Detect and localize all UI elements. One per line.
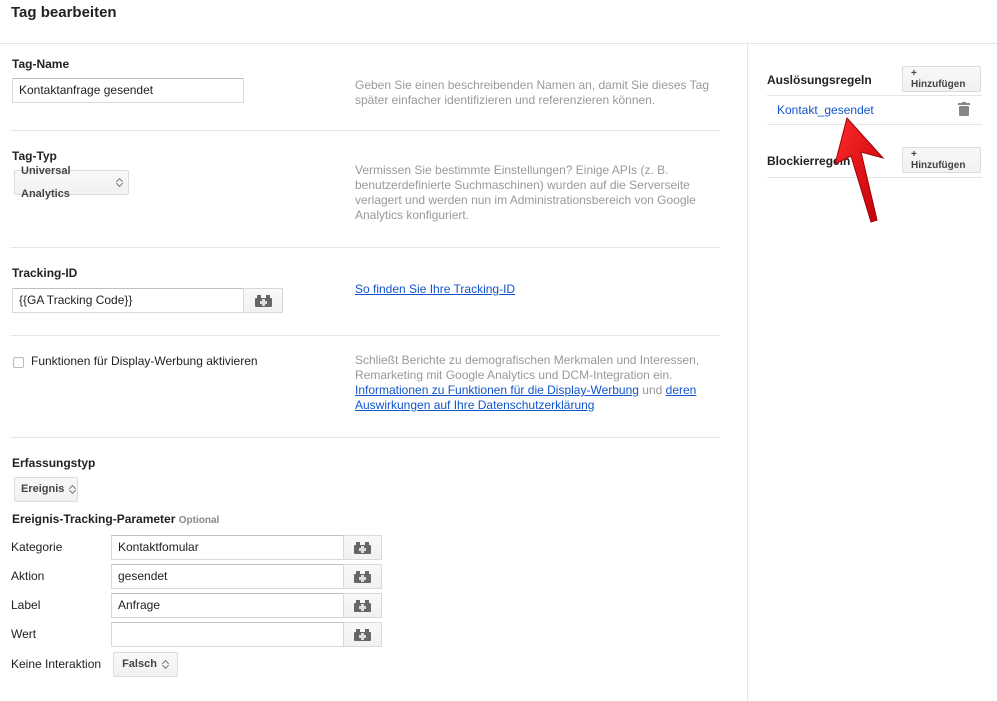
display-ads-checkbox[interactable]	[13, 357, 24, 368]
section-divider	[11, 130, 720, 131]
up-down-chevron-icon	[116, 177, 122, 188]
action-macro-button[interactable]	[343, 564, 382, 589]
capture-type-label: Erfassungstyp	[12, 456, 96, 470]
section-divider	[11, 335, 720, 336]
section-divider	[11, 247, 720, 248]
non-interaction-select[interactable]: Falsch	[113, 652, 178, 677]
event-params-title: Ereignis-Tracking-Parameter	[12, 512, 176, 526]
tag-name-help: Geben Sie einen beschreibenden Namen an,…	[355, 78, 710, 107]
lego-brick-icon	[354, 599, 371, 612]
tracking-id-macro-button[interactable]	[243, 288, 283, 313]
value-label: Wert	[11, 627, 37, 641]
tag-type-help: Vermissen Sie bestimmte Einstellungen? E…	[355, 163, 696, 222]
display-ads-info-link[interactable]: Informationen zu Funktionen für die Disp…	[355, 383, 639, 397]
up-down-chevron-icon	[162, 659, 169, 670]
category-macro-button[interactable]	[343, 535, 382, 560]
firing-rules-title: Auslösungsregeln	[767, 73, 872, 87]
privacy-link-part2[interactable]: Auswirkungen auf Ihre Datenschutzerkläru…	[355, 398, 594, 412]
display-ads-label: Funktionen für Display-Werbung aktiviere…	[31, 354, 258, 368]
tag-name-input[interactable]: Kontaktanfrage gesendet	[12, 78, 244, 103]
up-down-chevron-icon	[69, 484, 71, 495]
event-label-label: Label	[11, 598, 41, 612]
sidebar-divider	[747, 43, 748, 701]
capture-type-value: Ereignis	[21, 483, 65, 495]
add-firing-rule-button[interactable]: + Hinzufügen	[902, 66, 981, 92]
event-label-macro-button[interactable]	[343, 593, 382, 618]
lego-brick-icon	[254, 294, 272, 307]
event-params-header: Ereignis-Tracking-Parameter Optional	[12, 512, 219, 526]
action-label: Aktion	[11, 569, 45, 583]
value-macro-button[interactable]	[343, 622, 382, 647]
add-blocking-rule-button[interactable]: + Hinzufügen	[902, 147, 981, 173]
lego-brick-icon	[354, 541, 371, 554]
firing-rules-divider	[767, 95, 982, 96]
page-title: Tag bearbeiten	[11, 4, 117, 21]
value-input[interactable]	[111, 622, 344, 647]
non-interaction-value: Falsch	[122, 658, 157, 670]
lego-brick-icon	[354, 570, 371, 583]
tracking-id-label: Tracking-ID	[12, 266, 78, 280]
trash-icon[interactable]	[958, 102, 970, 116]
display-ads-help: Schließt Berichte zu demografischen Merk…	[355, 353, 700, 412]
tag-type-value: Universal Analytics	[21, 164, 71, 200]
action-input[interactable]: gesendet	[111, 564, 344, 589]
header-divider	[0, 43, 997, 44]
tracking-id-help-link[interactable]: So finden Sie Ihre Tracking-ID	[355, 282, 515, 296]
optional-tag: Optional	[178, 515, 220, 526]
non-interaction-label: Keine Interaktion	[11, 657, 102, 671]
category-label: Kategorie	[11, 540, 63, 554]
privacy-link-part1[interactable]: deren	[666, 383, 697, 397]
tracking-id-input[interactable]: {{GA Tracking Code}}	[12, 288, 244, 313]
lego-brick-icon	[354, 628, 371, 641]
tag-type-select[interactable]: Universal Analytics	[14, 165, 129, 200]
section-divider	[11, 437, 720, 438]
event-label-input[interactable]: Anfrage	[111, 593, 344, 618]
category-input[interactable]: Kontaktfomular	[111, 535, 344, 560]
tag-name-label: Tag-Name	[12, 57, 70, 71]
red-arrow-icon	[834, 116, 885, 223]
capture-type-select[interactable]: Ereignis	[14, 477, 78, 502]
